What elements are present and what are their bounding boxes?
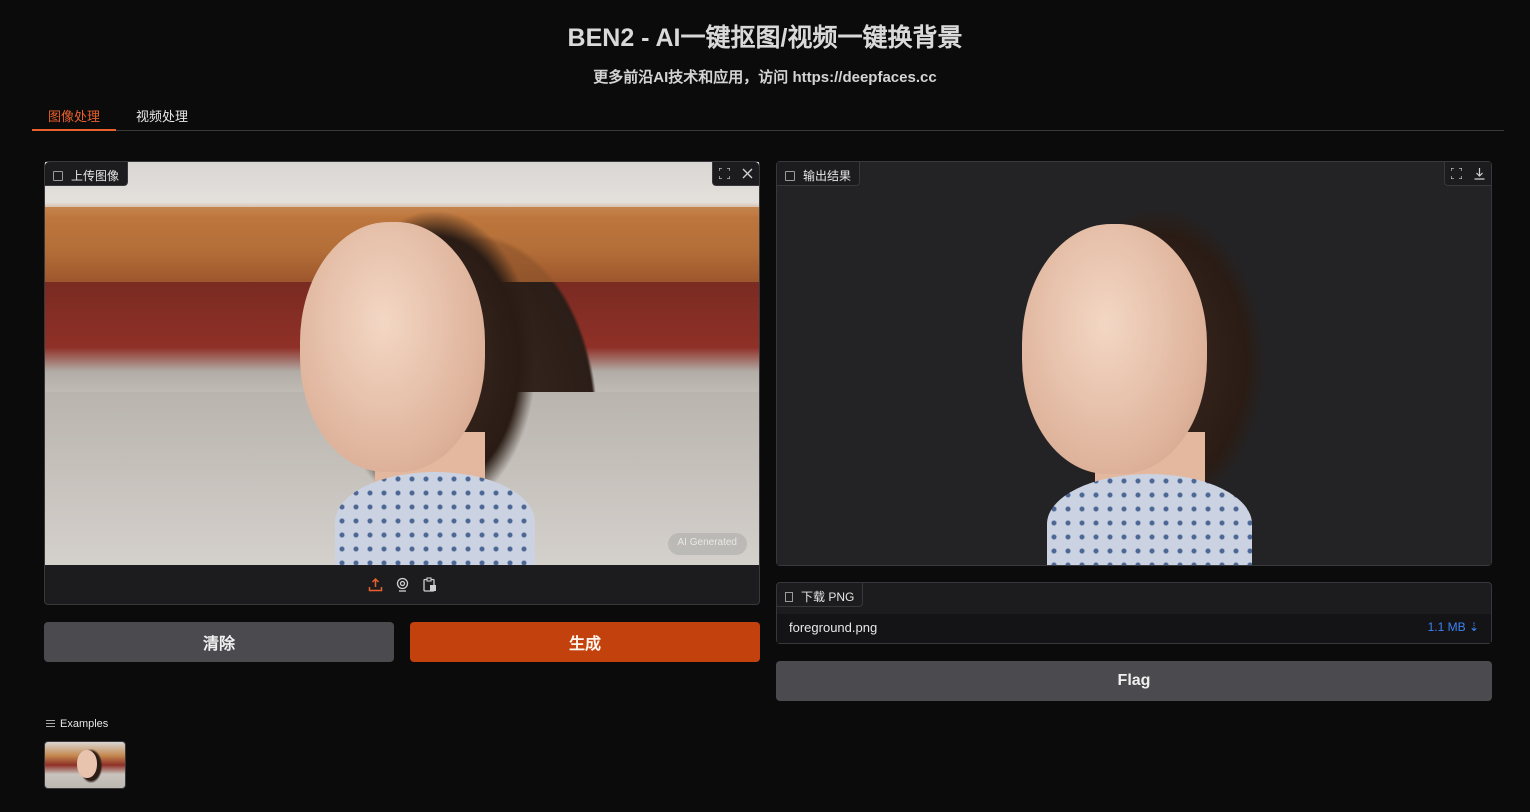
file-size-download-link[interactable]: 1.1 MB ⇣ (1428, 620, 1479, 637)
file-name: foreground.png (789, 620, 878, 635)
tab-image-processing[interactable]: 图像处理 (32, 100, 117, 131)
fullscreen-icon[interactable] (713, 162, 736, 185)
flag-button[interactable]: Flag (776, 661, 1492, 701)
image-icon (53, 171, 63, 181)
input-image-panel[interactable]: 上传图像 AI Generated (44, 161, 760, 605)
output-image-label: 输出结果 (777, 162, 861, 186)
download-png-label: 下载 PNG (777, 583, 864, 607)
list-icon (46, 720, 55, 727)
download-icon[interactable] (1468, 162, 1491, 185)
page-title: BEN2 - AI一键抠图/视频一键换背景 (567, 24, 963, 52)
image-source-bar (45, 565, 759, 604)
input-image: AI Generated (45, 162, 759, 565)
output-image-panel: 输出结果 (776, 161, 1492, 566)
output-image-controls (1444, 162, 1491, 186)
download-file-row[interactable]: foreground.png 1.1 MB ⇣ (777, 614, 1491, 643)
clipboard-icon[interactable] (421, 576, 438, 593)
upload-icon[interactable] (367, 576, 384, 593)
tab-video-processing[interactable]: 视频处理 (120, 100, 204, 131)
file-icon (785, 592, 793, 602)
examples-label: Examples (46, 718, 108, 730)
image-icon (785, 171, 795, 181)
input-image-controls (712, 162, 759, 186)
input-image-label: 上传图像 (45, 162, 129, 186)
output-image (777, 162, 1491, 565)
close-icon[interactable] (736, 162, 759, 185)
webcam-icon[interactable] (394, 576, 411, 593)
fullscreen-icon[interactable] (1445, 162, 1468, 185)
ai-generated-watermark: AI Generated (667, 533, 747, 555)
example-thumbnail[interactable] (44, 741, 126, 789)
clear-button[interactable]: 清除 (44, 622, 394, 662)
download-png-panel: 下载 PNG foreground.png 1.1 MB ⇣ (776, 582, 1492, 644)
page-subtitle: 更多前沿AI技术和应用，访问 https://deepfaces.cc (593, 69, 937, 86)
tab-bar: 图像处理 视频处理 (32, 100, 1504, 131)
generate-button[interactable]: 生成 (410, 622, 760, 662)
